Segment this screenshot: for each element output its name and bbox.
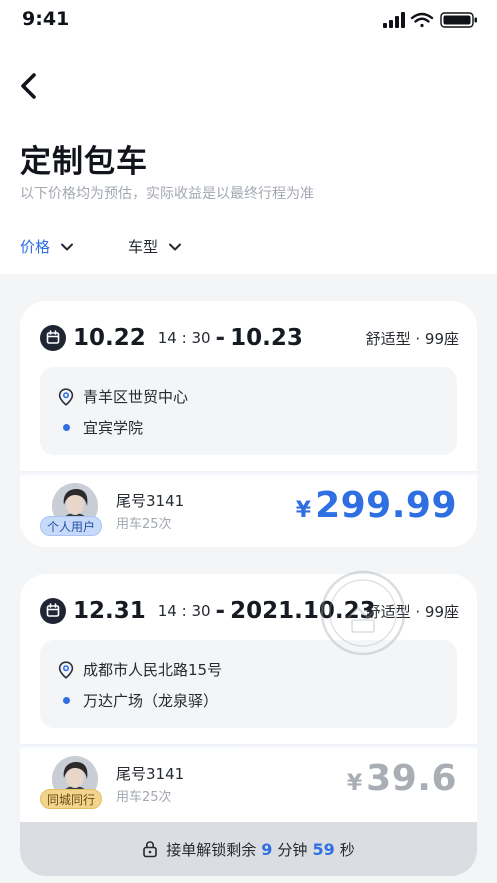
order-card[interactable]: 12.31 14 : 30 - 2021.10.23 舒适型 · 99座 成都市… (20, 574, 477, 876)
calendar-icon (40, 598, 66, 624)
price-amount: 299.99 (315, 485, 457, 526)
watermark-stamp-icon (320, 570, 406, 656)
user-type-badge: 同城同行 (40, 789, 103, 809)
order-time: 14 : 30 (157, 329, 211, 347)
order-time: 14 : 30 (157, 602, 211, 620)
order-end-date: 10.23 (230, 325, 303, 351)
unlock-prefix: 接单解锁剩余 (166, 840, 257, 859)
chevron-left-icon (21, 73, 36, 99)
wifi-icon (410, 12, 434, 28)
unlock-minutes: 9 (261, 839, 273, 859)
chevron-down-icon (61, 243, 74, 250)
order-date-row: 10.22 14 : 30 - 10.23 (40, 321, 303, 355)
signal-icon (383, 12, 405, 28)
origin-text: 青羊区世贸中心 (83, 388, 189, 406)
chevron-down-icon (169, 243, 182, 250)
order-start-date: 10.22 (73, 325, 146, 351)
currency-symbol: ¥ (346, 771, 363, 796)
user-use-count: 用车25次 (116, 790, 172, 805)
filter-car-type-label: 车型 (128, 238, 159, 256)
route-destination: 宜宾学院 (58, 417, 143, 438)
route-origin: 青羊区世贸中心 (58, 386, 188, 407)
user-use-count: 用车25次 (116, 517, 172, 532)
date-separator: - (215, 598, 226, 624)
battery-icon (440, 12, 477, 28)
order-car-type: 舒适型 · 99座 (365, 330, 459, 348)
route-origin: 成都市人民北路15号 (58, 659, 222, 680)
origin-text: 成都市人民北路15号 (83, 661, 223, 679)
destination-dot-icon (63, 424, 70, 431)
location-pin-icon (58, 660, 74, 679)
status-time: 9:41 (22, 8, 70, 30)
route-destination: 万达广场（龙泉驿） (58, 690, 218, 711)
user-type-badge: 个人用户 (40, 516, 103, 536)
card-divider (20, 471, 477, 477)
order-price: ¥ 39.6 (347, 758, 457, 799)
destination-text: 宜宾学院 (83, 419, 144, 437)
unlock-minute-unit: 分钟 (277, 840, 308, 859)
date-separator: - (215, 325, 226, 351)
page-title: 定制包车 (20, 144, 148, 180)
destination-text: 万达广场（龙泉驿） (83, 692, 219, 710)
card-divider (20, 744, 477, 750)
filter-price[interactable]: 价格 (20, 236, 74, 257)
destination-dot-icon (63, 697, 70, 704)
order-card[interactable]: 10.22 14 : 30 - 10.23 舒适型 · 99座 青羊区世贸中心 … (20, 301, 477, 547)
page-subtitle: 以下价格均为预估，实际收益是以最终行程为准 (20, 186, 314, 202)
order-start-date: 12.31 (73, 598, 146, 624)
location-pin-icon (58, 387, 74, 406)
back-button[interactable] (16, 70, 44, 102)
user-tail-number: 尾号3141 (116, 492, 185, 510)
filter-car-type[interactable]: 车型 (128, 236, 182, 257)
user-tail-number: 尾号3141 (116, 765, 185, 783)
filter-price-label: 价格 (20, 238, 51, 256)
unlock-second-unit: 秒 (339, 840, 355, 859)
status-icons (383, 12, 477, 28)
route-box: 青羊区世贸中心 宜宾学院 (40, 367, 457, 455)
price-amount: 39.6 (366, 758, 457, 799)
unlock-countdown-bar: 接单解锁剩余 9 分钟 59 秒 (20, 822, 477, 876)
currency-symbol: ¥ (295, 498, 312, 523)
lock-icon (143, 841, 158, 858)
header-panel: 9:41 定制包车 以下价格均为预估，实际收益是以最终行程为准 价格 车型 (0, 0, 497, 274)
order-price: ¥ 299.99 (296, 485, 457, 526)
unlock-seconds: 59 (312, 839, 335, 859)
calendar-icon (40, 325, 66, 351)
